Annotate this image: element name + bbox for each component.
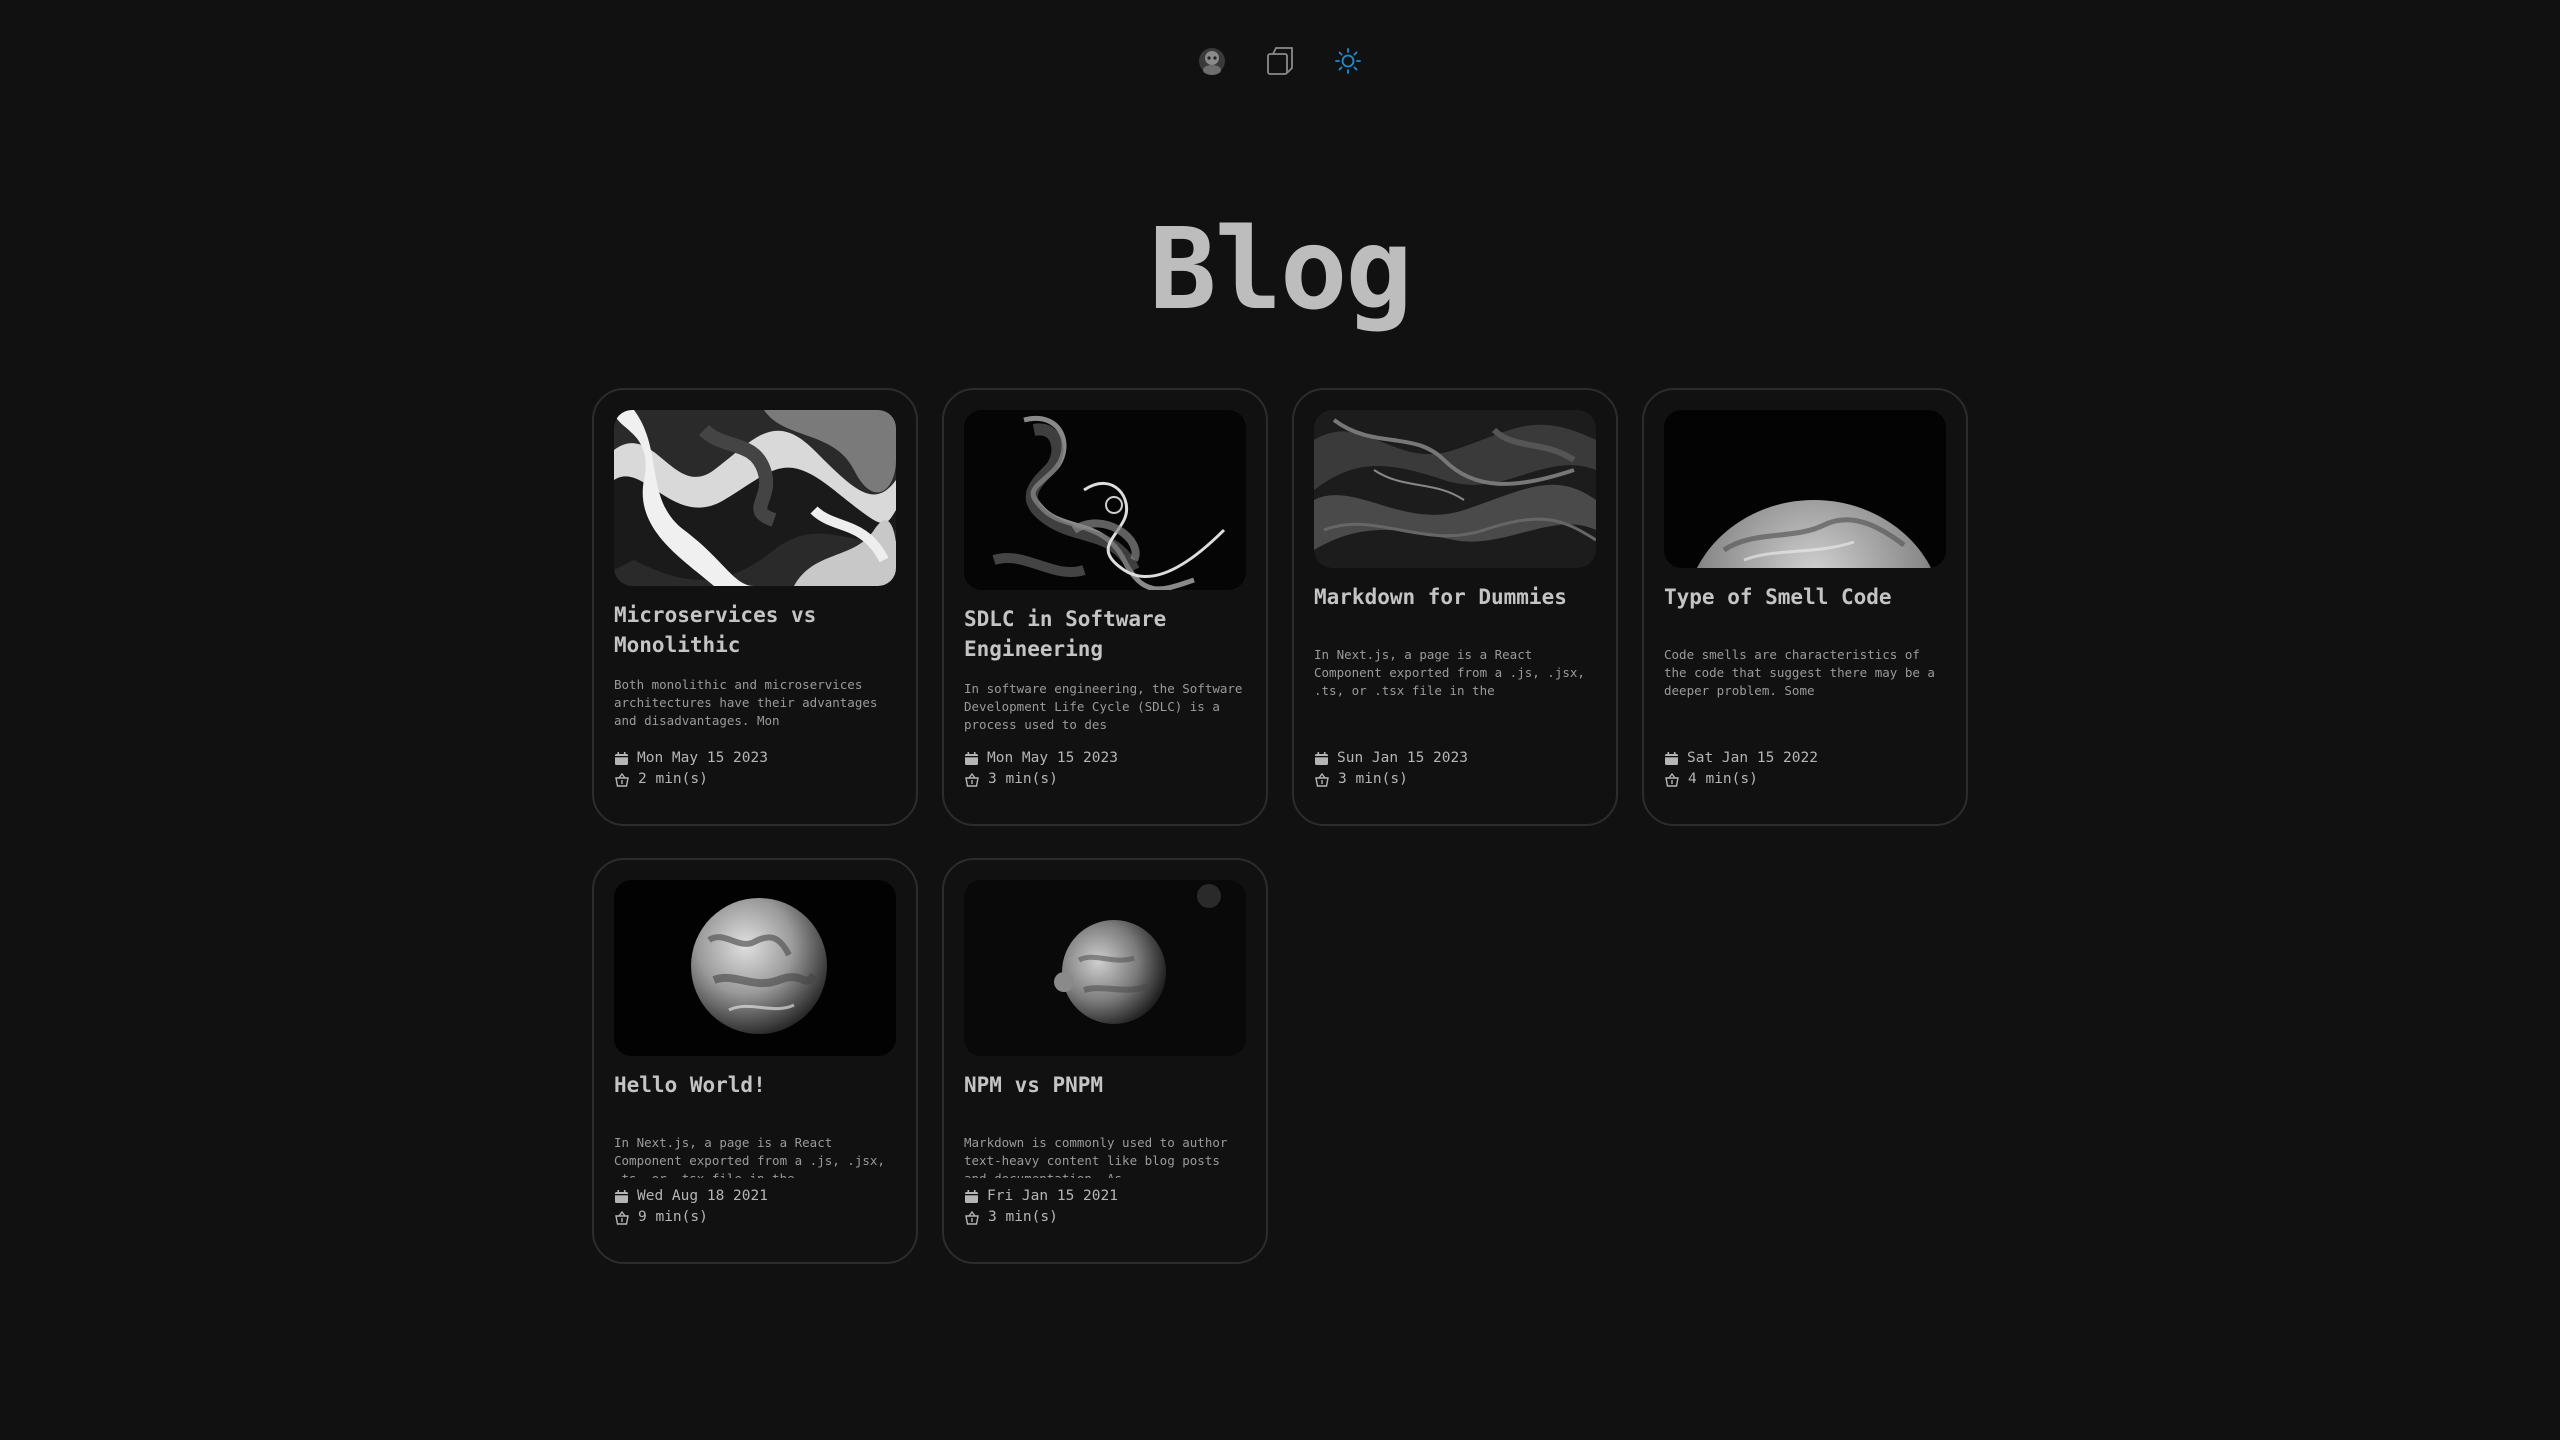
sun-icon [1335, 48, 1361, 74]
post-title: Microservices vs Monolithic [614, 603, 817, 657]
post-title: Hello World! [614, 1073, 766, 1097]
post-thumbnail [1314, 410, 1596, 568]
nav-copy-button[interactable] [1263, 44, 1297, 78]
dark-fluid-image [1314, 410, 1596, 568]
post-excerpt: Both monolithic and microservices archit… [614, 677, 878, 728]
post-read-time: 3 min(s) [1338, 771, 1408, 787]
post-title: NPM vs PNPM [964, 1073, 1104, 1097]
post-read-time: 3 min(s) [988, 771, 1058, 787]
nav-avatar-button[interactable] [1195, 44, 1229, 78]
post-title: Markdown for Dummies [1314, 585, 1567, 609]
top-nav [0, 44, 2560, 78]
copy-icon [1267, 47, 1293, 75]
theme-toggle-button[interactable] [1331, 44, 1365, 78]
post-excerpt: In Next.js, a page is a React Component … [614, 1135, 885, 1178]
blog-post-grid: Microservices vs Monolithic Both monolit… [592, 388, 1968, 1264]
post-meta: Mon May 15 2023 2 min(s) [614, 748, 768, 790]
blog-card[interactable]: Markdown for Dummies In Next.js, a page … [1292, 388, 1618, 826]
blog-card[interactable]: Hello World! In Next.js, a page is a Rea… [592, 858, 918, 1264]
post-meta: Sat Jan 15 2022 4 min(s) [1664, 748, 1818, 790]
calendar-icon [1315, 752, 1328, 765]
post-meta: Mon May 15 2023 3 min(s) [964, 748, 1118, 790]
calendar-icon [965, 1190, 978, 1203]
moon-planet-image [964, 880, 1246, 1056]
calendar-icon [615, 1190, 628, 1203]
post-date: Sun Jan 15 2023 [1337, 750, 1468, 766]
reading-time-icon [1315, 772, 1329, 787]
page-title: Blog [1149, 205, 1413, 335]
blog-card[interactable]: Microservices vs Monolithic Both monolit… [592, 388, 918, 826]
post-thumbnail [964, 410, 1246, 590]
blog-card[interactable]: SDLC in Software Engineering In software… [942, 388, 1268, 826]
marble-swirl-image [614, 410, 896, 586]
reading-time-icon [965, 772, 979, 787]
reading-time-icon [615, 1210, 629, 1225]
blog-card[interactable]: Type of Smell Code Code smells are chara… [1642, 388, 1968, 826]
post-read-time: 9 min(s) [638, 1209, 708, 1225]
post-meta: Wed Aug 18 2021 9 min(s) [614, 1186, 768, 1228]
calendar-icon [965, 752, 978, 765]
post-thumbnail [964, 880, 1246, 1056]
post-title: Type of Smell Code [1664, 585, 1892, 609]
post-title: SDLC in Software Engineering [964, 607, 1167, 661]
post-excerpt: In software engineering, the Software De… [964, 681, 1243, 732]
calendar-icon [615, 752, 628, 765]
post-date: Mon May 15 2023 [637, 750, 768, 766]
post-thumbnail [614, 410, 896, 586]
smoke-swirl-image [964, 410, 1246, 590]
reading-time-icon [615, 772, 629, 787]
post-meta: Fri Jan 15 2021 3 min(s) [964, 1186, 1118, 1228]
blog-card[interactable]: NPM vs PNPM Markdown is commonly used to… [942, 858, 1268, 1264]
earth-image [614, 880, 896, 1056]
post-date: Fri Jan 15 2021 [987, 1188, 1118, 1204]
planet-horizon-image [1664, 410, 1946, 568]
post-excerpt: In Next.js, a page is a React Component … [1314, 647, 1585, 698]
post-read-time: 3 min(s) [988, 1209, 1058, 1225]
post-read-time: 4 min(s) [1688, 771, 1758, 787]
post-read-time: 2 min(s) [638, 771, 708, 787]
calendar-icon [1665, 752, 1678, 765]
post-date: Sat Jan 15 2022 [1687, 750, 1818, 766]
post-date: Wed Aug 18 2021 [637, 1188, 768, 1204]
post-thumbnail [1664, 410, 1946, 568]
post-meta: Sun Jan 15 2023 3 min(s) [1314, 748, 1468, 790]
reading-time-icon [1665, 772, 1679, 787]
post-excerpt: Markdown is commonly used to author text… [964, 1135, 1228, 1178]
reading-time-icon [965, 1210, 979, 1225]
post-date: Mon May 15 2023 [987, 750, 1118, 766]
post-excerpt: Code smells are characteristics of the c… [1664, 647, 1935, 698]
avatar-icon [1199, 48, 1225, 75]
post-thumbnail [614, 880, 896, 1056]
